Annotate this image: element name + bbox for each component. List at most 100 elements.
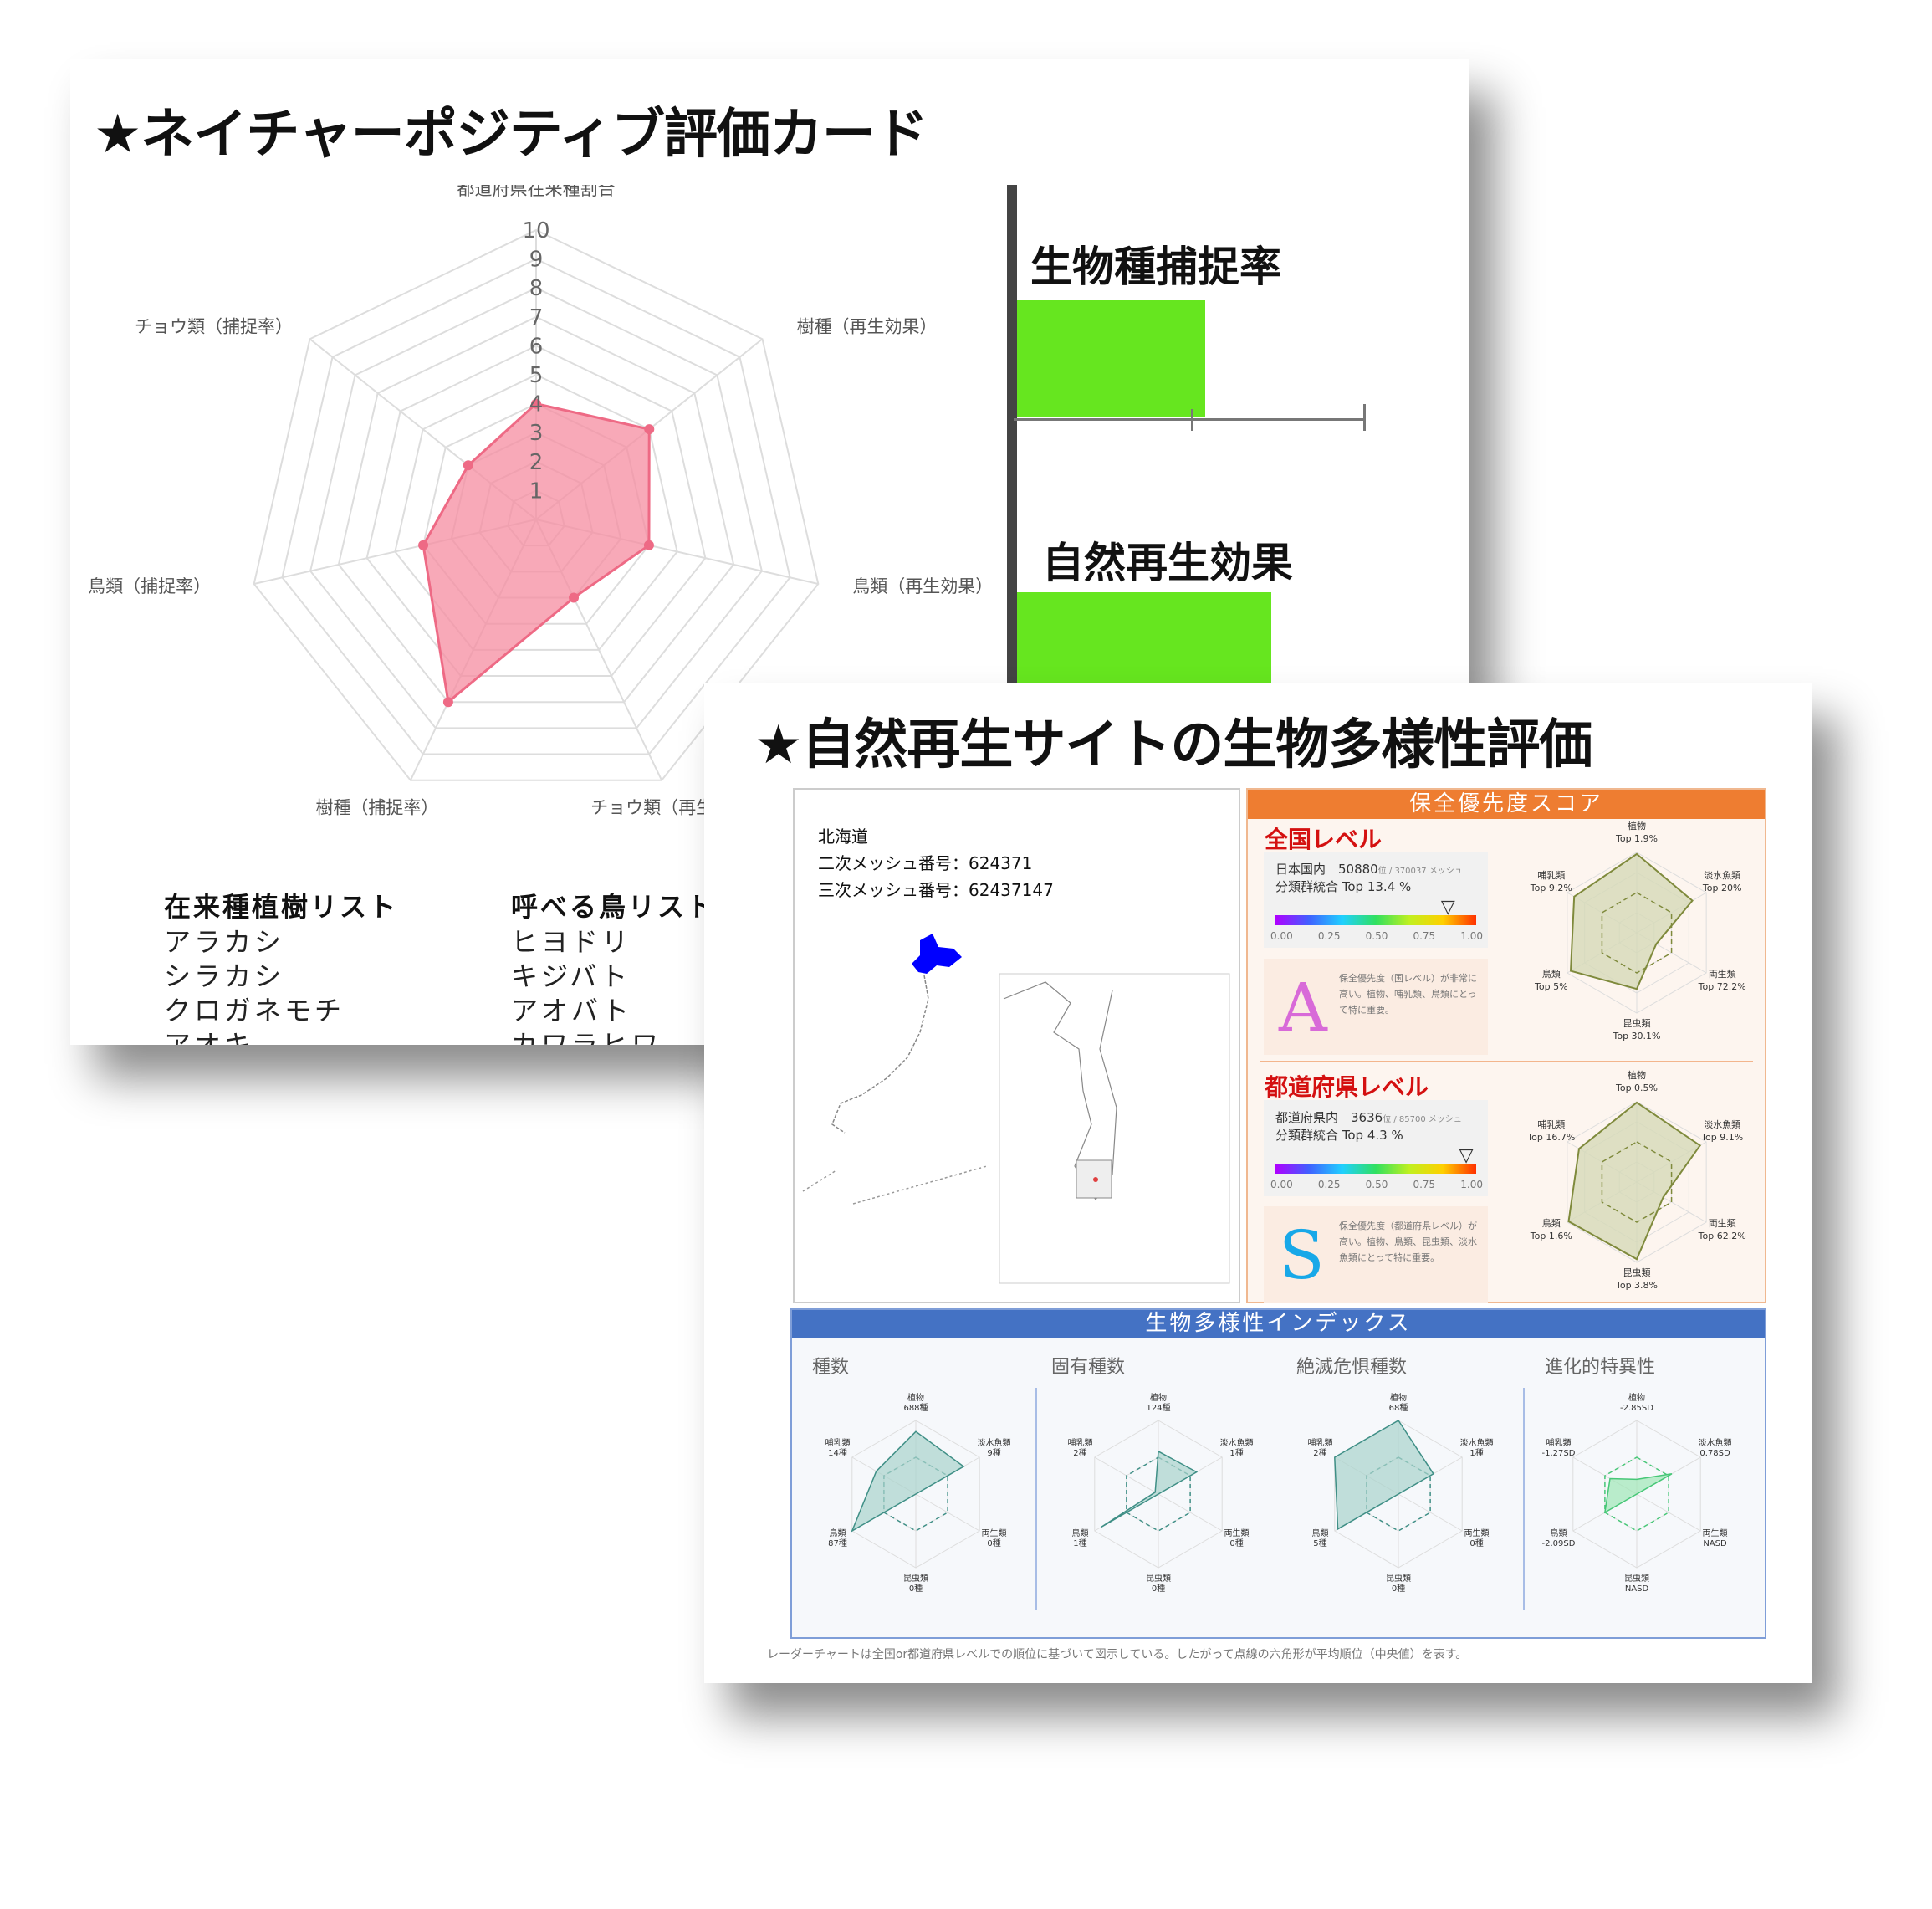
species-count-radar: 植物 688種淡水魚類 9種両生類 0種昆虫類 0種 鳥類 87種 哺乳類 14種 <box>825 1392 1011 1594</box>
radar-area <box>1334 1419 1434 1531</box>
national-grade: A <box>1279 969 1327 1047</box>
radar-axis-label: 哺乳類 2種 <box>1067 1437 1092 1458</box>
radar-tick-label: 5 <box>529 363 544 388</box>
radar-point <box>569 592 580 603</box>
bar-x-axis <box>1014 418 1365 421</box>
radar-axis-label: 両生類 0種 <box>1224 1528 1250 1548</box>
tick: 0.50 <box>1365 930 1388 942</box>
hokkaido-highlight <box>912 934 962 974</box>
radar-axis-value: Top 0.5% <box>1615 1082 1658 1093</box>
radar-axis-value: Top 16.7% <box>1526 1132 1575 1143</box>
evolutionary-distinctiveness-radar: 植物-2.85SD 淡水魚類 0.78SD 両生類 NASD 昆虫類 NASD 鳥類-2.09… <box>1542 1392 1732 1594</box>
radar-axis-label: 植物 <box>1628 820 1646 832</box>
national-rank: 日本国内 50880 <box>1275 862 1378 877</box>
radar-axis-label: 哺乳類 <box>1537 1119 1565 1130</box>
prefecture-rank-box: 都道府県内 3636位 / 85700 メッシュ 分類群統合 Top 4.3 %… <box>1264 1100 1488 1196</box>
national-top-percent: 分類群統合 Top 13.4 % <box>1275 879 1412 894</box>
map-panel: 北海道 二次メッシュ番号：624371 三次メッシュ番号：62437147 <box>793 788 1240 1303</box>
national-grade-box: A 保全優先度（国レベル）が非常に高い。植物、哺乳類、鳥類にとって特に重要。 <box>1264 959 1488 1055</box>
bird-list-item: カワラヒワ <box>511 1029 662 1045</box>
radar-area <box>851 1430 965 1533</box>
bar-title-capture: 生物種捕捉率 <box>1030 243 1281 291</box>
footnote: レーダーチャートは全国or都道府県レベルでの順位に基づいて図示している。したがっ… <box>767 1648 1468 1661</box>
tick: 0.75 <box>1413 1179 1436 1190</box>
level-divider <box>1260 1061 1753 1062</box>
national-rank-box: 日本国内 50880位 / 370037 メッシュ 分類群統合 Top 13.4… <box>1264 852 1488 948</box>
bar-tick <box>1191 409 1193 431</box>
site-location-marker <box>1093 1177 1098 1182</box>
biodiversity-index-panel: 生物多様性インデックス 種数 固有種数 絶滅危惧種数 進化的特異性 植物 688種… <box>790 1308 1766 1639</box>
radar-axis-label: 両生類 <box>1709 968 1736 980</box>
radar-axis-value: Top 72.2% <box>1698 981 1746 992</box>
tree-list-item: シラカシ <box>164 960 285 992</box>
radar-axis-label: 哺乳類 14種 <box>825 1437 850 1458</box>
radar-area <box>1567 1101 1702 1261</box>
radar-axis-label: 鳥類-2.09SD <box>1542 1528 1576 1548</box>
prefecture-rank-total: 位 / 85700 メッシュ <box>1383 1115 1462 1124</box>
radar-tick-label: 6 <box>529 334 544 359</box>
score-marker-icon: ▽ <box>1440 897 1455 918</box>
bar-title-regeneration: 自然再生効果 <box>1042 539 1293 587</box>
radar-axis-value: Top 62.2% <box>1698 1231 1746 1241</box>
endangered-count-radar: 植物 68種淡水魚類 1種両生類 0種昆虫類 0種 鳥類 5種 哺乳類 2種 <box>1307 1392 1494 1594</box>
tree-list-item: クロガネモチ <box>164 995 345 1026</box>
conservation-priority-panel: 保全優先度スコア 全国レベル 日本国内 50880位 / 370037 メッシュ… <box>1246 788 1766 1303</box>
mesh3-number: 三次メッシュ番号：62437147 <box>818 880 1054 900</box>
radar-axis-label: 鳥類（捕捉率） <box>88 576 211 596</box>
radar-axis-label: 哺乳類 <box>1537 870 1565 881</box>
radar-tick-label: 4 <box>529 392 544 417</box>
colorbar-ticks: 0.00 0.25 0.50 0.75 1.00 <box>1270 930 1483 942</box>
national-rank-total: 位 / 370037 メッシュ <box>1377 867 1463 876</box>
index-title-species: 種数 <box>812 1357 850 1378</box>
radar-axis-label: 両生類 NASD <box>1703 1528 1728 1548</box>
radar-axis-label: 淡水魚類 1種 <box>1460 1437 1494 1458</box>
mesh2-number: 二次メッシュ番号：624371 <box>818 853 1033 873</box>
tick: 0.75 <box>1413 930 1436 942</box>
tick: 0.25 <box>1317 1179 1341 1190</box>
radar-axis-value: Top 5% <box>1534 981 1568 992</box>
prefecture-grade-box: S 保全優先度（都道府県レベル）が高い。植物、鳥類、昆虫類、淡水魚類にとって特に… <box>1264 1206 1488 1303</box>
radar-axis-label: 鳥類 1種 <box>1071 1528 1088 1548</box>
radar-axis-label: 淡水魚類 9種 <box>978 1437 1011 1458</box>
national-score-radar: 植物Top 1.9% 淡水魚類 Top 20% 両生類Top 72.2% 昆虫類 Top … <box>1530 820 1746 1042</box>
bar-capture-rate <box>1017 300 1205 417</box>
tree-list-item: アオキ <box>164 1029 255 1045</box>
radar-axis-label: 鳥類 5種 <box>1311 1528 1328 1548</box>
radar-axis-label: 植物 124種 <box>1146 1392 1170 1413</box>
prefecture-score-radar: 植物Top 0.5% 淡水魚類 Top 9.1% 両生類 Top 62.2% 昆虫類 Top… <box>1526 1069 1746 1291</box>
radar-axis-label: 植物 68種 <box>1389 1392 1408 1413</box>
bird-list-heading: 呼べる鳥リスト <box>511 891 717 923</box>
radar-axis-label: 鳥類 <box>1542 968 1561 980</box>
bird-list-item: キジバト <box>511 960 631 992</box>
radar-area <box>422 402 651 705</box>
radar-axis-label: 淡水魚類 <box>1704 1119 1740 1130</box>
tick: 0.50 <box>1365 1179 1388 1190</box>
radar-axis-label: 昆虫類 <box>1623 1267 1651 1278</box>
japan-map <box>802 934 1230 1284</box>
tick: 0.00 <box>1270 930 1293 942</box>
radar-axis-value: Top 9.1% <box>1700 1132 1743 1143</box>
card-title: ★ネイチャーポジティブ評価カード <box>94 104 928 166</box>
tick: 1.00 <box>1460 1179 1483 1190</box>
score-header: 保全優先度スコア <box>1248 790 1765 819</box>
biodiversity-evaluation-card: ★自然再生サイトの生物多様性評価 北海道 二次メッシュ番号：624371 三次メ… <box>704 683 1812 1683</box>
national-grade-text: 保全優先度（国レベル）が非常に高い。植物、哺乳類、鳥類にとって特に重要。 <box>1339 973 1477 1016</box>
prefecture-grade: S <box>1279 1216 1325 1294</box>
radar-tick-label: 7 <box>529 305 544 330</box>
radar-axis-label: 昆虫類 0種 <box>903 1574 928 1594</box>
prefecture-rank: 都道府県内 3636 <box>1275 1110 1383 1125</box>
tree-list-heading: 在来種植樹リスト <box>164 891 399 923</box>
radar-tick-label: 2 <box>529 450 544 475</box>
radar-axis-value: Top 1.6% <box>1530 1231 1572 1241</box>
radar-axis-label: 鳥類 87種 <box>828 1528 847 1548</box>
prefecture-level-title: 都道府県レベル <box>1265 1073 1429 1101</box>
prefecture-top-percent: 分類群統合 Top 4.3 % <box>1275 1128 1403 1143</box>
radar-axis-label: 哺乳類-1.27SD <box>1542 1437 1576 1458</box>
radar-axis-value: Top 1.9% <box>1615 833 1658 844</box>
radar-axis-label: 都道府県在来種割合 <box>457 185 616 199</box>
radar-axis-label: 淡水魚類 <box>1704 870 1740 881</box>
tick: 0.25 <box>1317 930 1341 942</box>
radar-point <box>644 424 655 435</box>
bar-tick <box>1363 404 1366 431</box>
tick: 1.00 <box>1460 930 1483 942</box>
